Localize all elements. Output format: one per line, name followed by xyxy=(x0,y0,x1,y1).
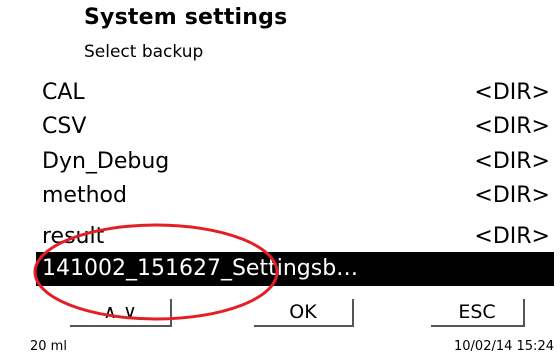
datetime-status: 10/02/14 15:24 xyxy=(454,339,554,354)
list-item-name: Dyn_Debug xyxy=(42,149,170,174)
page-title: System settings xyxy=(84,5,288,30)
list-item-type: <DIR> xyxy=(474,224,550,249)
list-item-name: CSV xyxy=(42,114,87,139)
list-item-selected[interactable]: 141002_151627_Settingsb… xyxy=(36,252,554,286)
list-item-type: <DIR> xyxy=(474,183,550,208)
esc-softkey[interactable]: ESC xyxy=(431,299,525,327)
list-item-type: <DIR> xyxy=(474,80,550,105)
list-item[interactable]: result <DIR> xyxy=(36,220,554,254)
list-item[interactable]: method <DIR> xyxy=(36,179,554,213)
list-item-name: result xyxy=(42,224,105,249)
list-item-type: <DIR> xyxy=(474,114,550,139)
list-item-type: <DIR> xyxy=(474,149,550,174)
list-item-name: 141002_151627_Settingsb… xyxy=(42,256,359,281)
ok-softkey[interactable]: OK xyxy=(254,299,354,327)
list-item[interactable]: CAL <DIR> xyxy=(36,76,554,110)
list-item-name: method xyxy=(42,183,127,208)
up-down-softkey[interactable]: ∧ ∨ xyxy=(70,299,172,327)
page-subtitle: Select backup xyxy=(84,42,204,62)
list-item[interactable]: CSV <DIR> xyxy=(36,110,554,144)
list-item-name: CAL xyxy=(42,80,85,105)
list-item[interactable]: Dyn_Debug <DIR> xyxy=(36,145,554,179)
volume-status: 20 ml xyxy=(30,339,67,354)
